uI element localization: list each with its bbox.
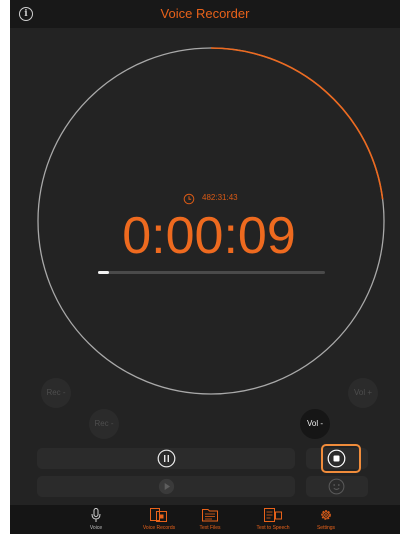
microphone-icon — [91, 508, 101, 522]
play-bar[interactable] — [37, 476, 295, 497]
tab-voice[interactable]: Voice — [81, 505, 111, 534]
tab-label: Text to Speech — [256, 525, 290, 531]
play-icon — [158, 478, 175, 495]
timer-icon — [183, 193, 195, 205]
tab-label: Text Files — [199, 525, 221, 531]
rec-minus-secondary-button[interactable]: Rec - — [89, 409, 119, 439]
vol-minus-button[interactable]: Vol - — [300, 409, 330, 439]
tab-settings[interactable]: Settings — [311, 505, 341, 534]
text-files-icon — [202, 509, 218, 522]
tab-label: Voice — [89, 525, 103, 531]
dial-progress-arc — [210, 47, 384, 200]
tab-bar: Voice Voice Records Text Files Text to S… — [10, 505, 400, 534]
remaining-time: 482:31:43 — [202, 193, 238, 202]
pause-bar[interactable] — [37, 448, 295, 469]
progress-fill — [98, 271, 110, 274]
vol-plus-button[interactable]: Vol + — [348, 378, 378, 408]
tab-label: Voice Records — [142, 525, 176, 531]
tab-label: Settings — [316, 525, 336, 531]
face-icon — [328, 478, 345, 495]
recorder-screen: Voice Recorder i 482:31:43 0:00:09 Rec -… — [10, 0, 400, 534]
tab-text-files[interactable]: Text Files — [195, 505, 225, 534]
face-bar[interactable] — [306, 476, 368, 497]
gear-icon — [321, 510, 331, 520]
tab-voice-records[interactable]: Voice Records — [134, 505, 184, 534]
rec-minus-button[interactable]: Rec - — [41, 378, 71, 408]
elapsed-time: 0:00:09 — [122, 207, 296, 265]
records-icon — [150, 508, 167, 522]
progress-track — [98, 271, 325, 274]
pause-icon — [157, 449, 176, 468]
text-to-speech-icon — [264, 508, 282, 522]
stop-button-highlight — [321, 444, 361, 473]
tab-text-to-speech[interactable]: Text to Speech — [248, 505, 298, 534]
